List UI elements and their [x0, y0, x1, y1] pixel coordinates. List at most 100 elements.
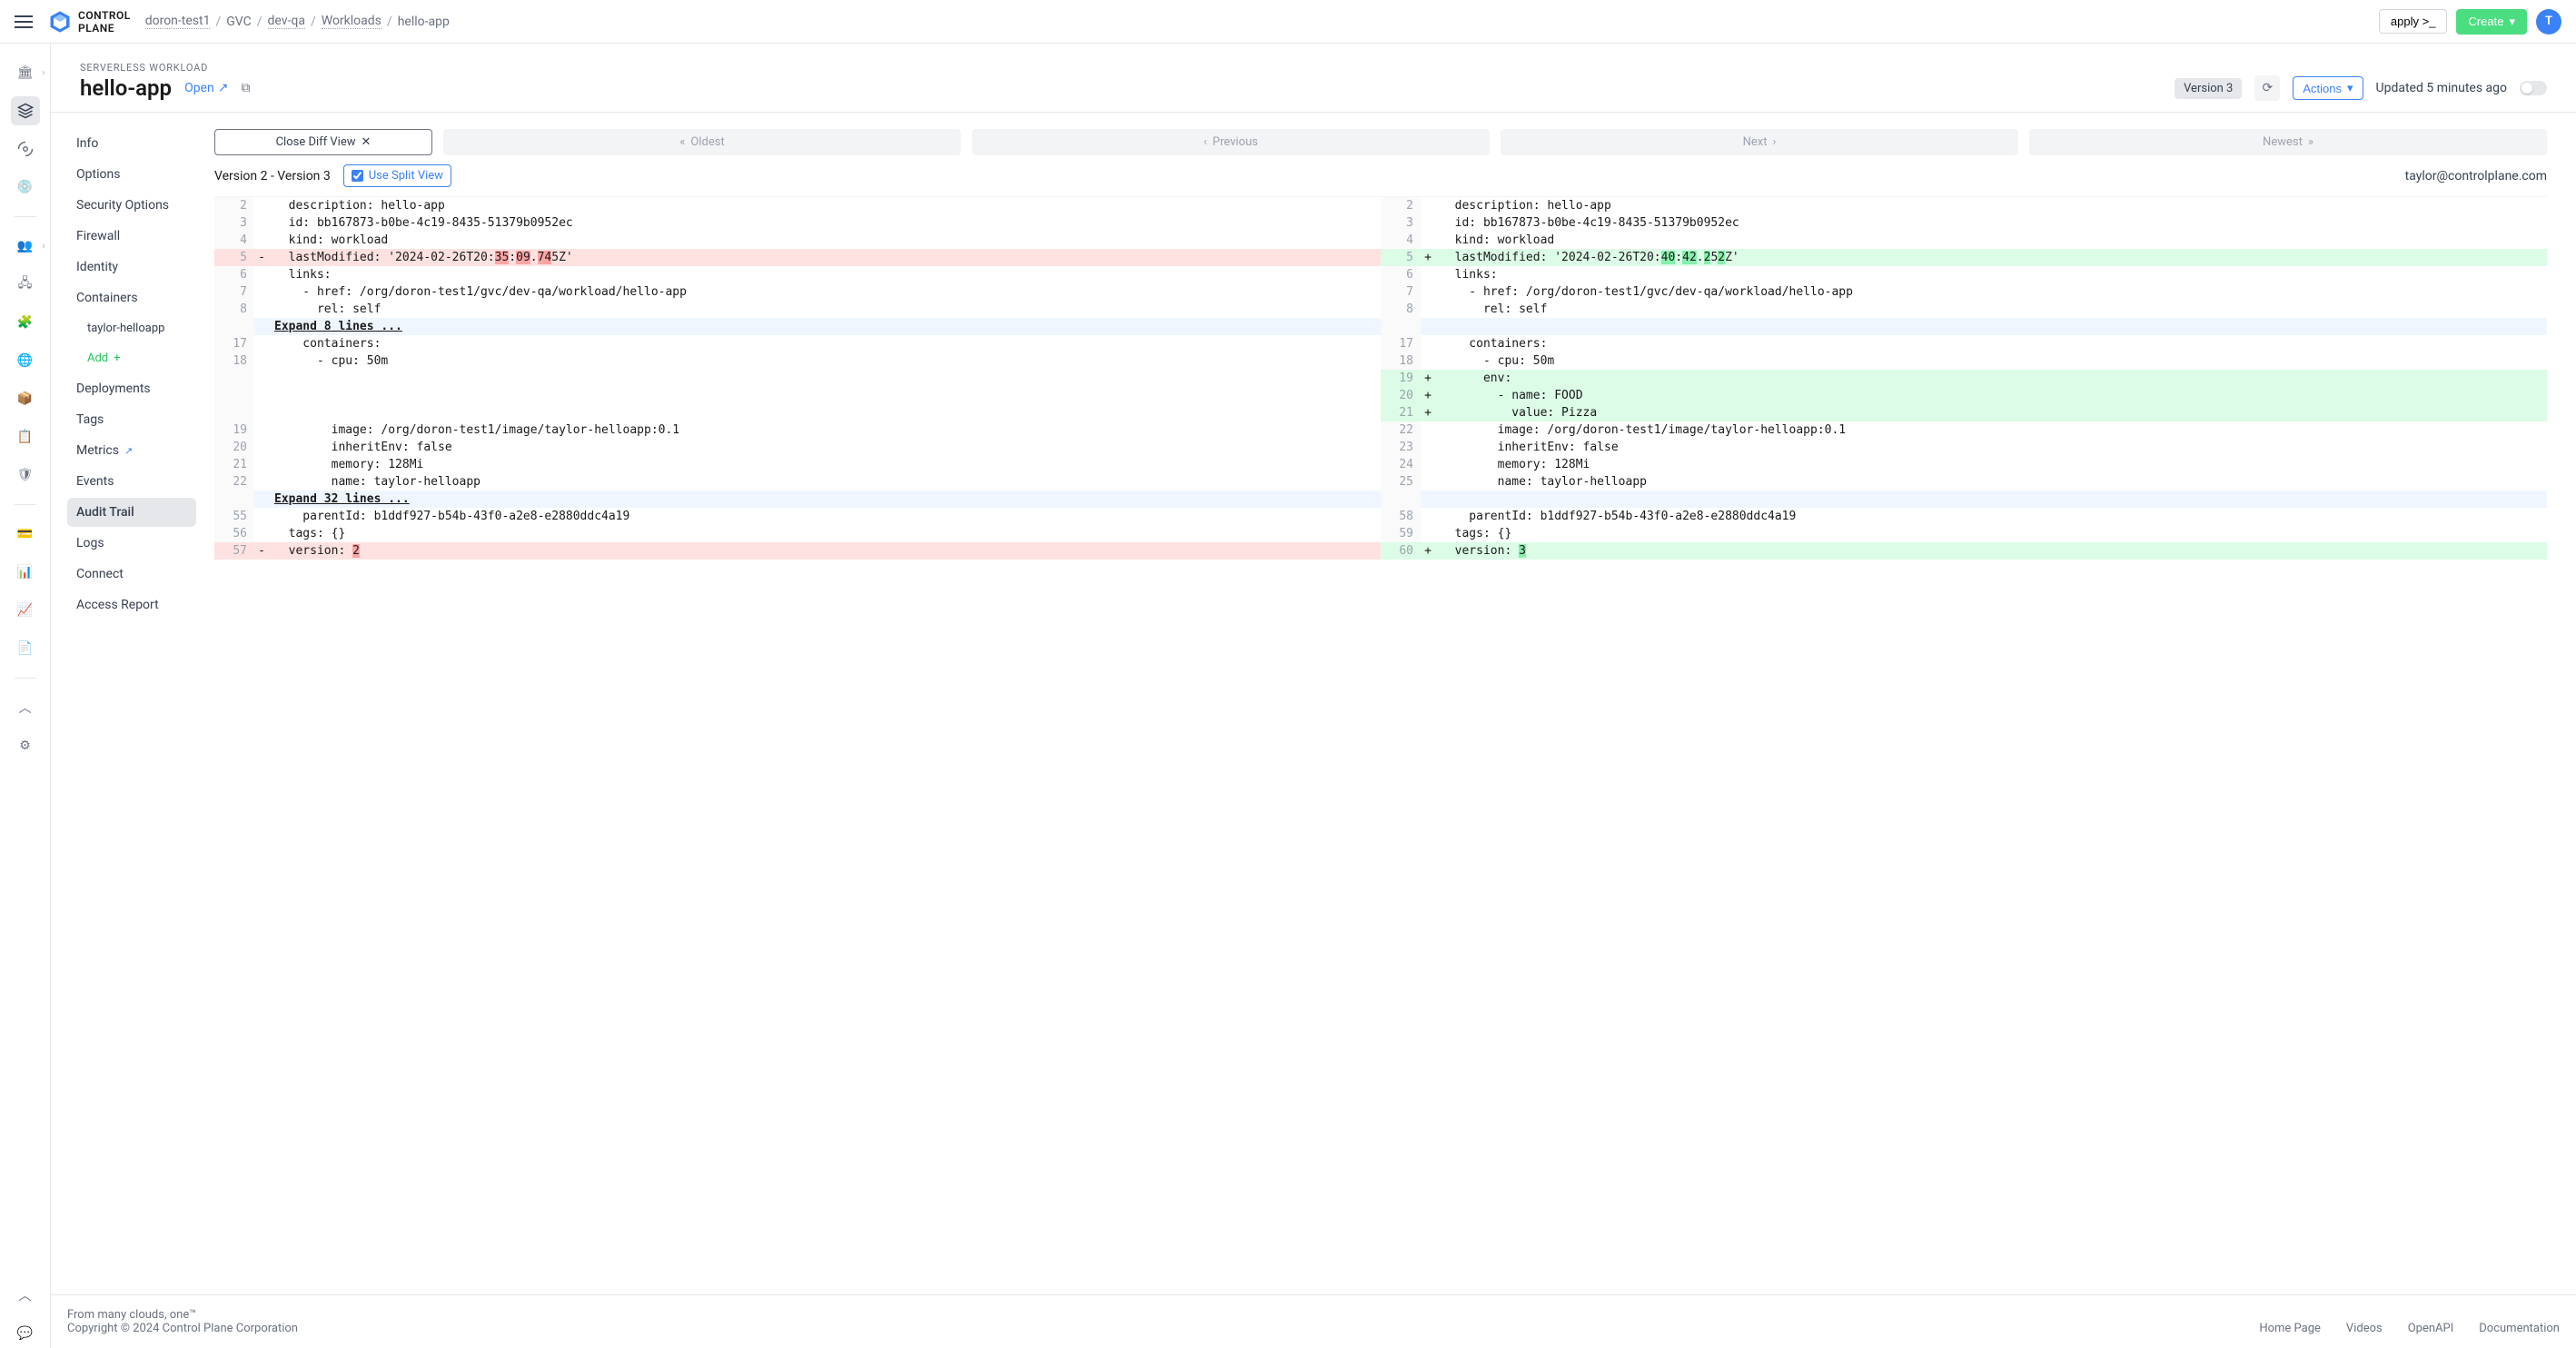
rail-item-volumes[interactable]: 💿 [11, 173, 40, 202]
line-number: 2 [1381, 197, 1421, 214]
previous-label: Previous [1213, 135, 1258, 149]
line-number: 21 [214, 456, 254, 473]
avatar[interactable]: T [2536, 9, 2561, 35]
rail-item-workloads[interactable] [11, 96, 40, 125]
diff-sign [1421, 214, 1435, 232]
line-number: 20 [214, 439, 254, 456]
rail-item-home[interactable]: 🏛› [11, 58, 40, 87]
diff-row: 5- lastModified: '2024-02-26T20:35:09.74… [214, 249, 2547, 266]
nav-item-events[interactable]: Events [67, 467, 196, 496]
nav-item-security-options[interactable]: Security Options [67, 191, 196, 220]
line-number: 19 [1381, 370, 1421, 387]
oldest-button: « Oldest [443, 129, 961, 155]
brand-logo[interactable]: CONTROLPLANE [47, 9, 131, 35]
line-number [214, 370, 254, 387]
line-number: 19 [214, 421, 254, 439]
rail-item-help[interactable]: 💬 [11, 1319, 40, 1348]
hamburger-icon[interactable] [15, 15, 33, 28]
diff-sign: - [254, 249, 269, 266]
open-link-label: Open [184, 81, 214, 95]
rail-item-groups[interactable]: 👥› [11, 232, 40, 261]
rail-item-infra[interactable]: 🖧 [11, 270, 40, 299]
nav-item-access-report[interactable]: Access Report [67, 590, 196, 619]
footer-link-home-page[interactable]: Home Page [2259, 1322, 2321, 1335]
chevron-down-icon: ▾ [2509, 15, 2515, 29]
diff-sign [254, 387, 269, 404]
crumb-org[interactable]: doron-test1 [145, 14, 211, 29]
nav-item-audit-trail[interactable]: Audit Trail [67, 498, 196, 527]
diff-sign [254, 421, 269, 439]
create-button[interactable]: Create▾ [2456, 9, 2527, 35]
nav-item-metrics[interactable]: Metrics ↗ [67, 436, 196, 465]
diff-row: 17 containers:17 containers: [214, 335, 2547, 352]
kicker: SERVERLESS WORKLOAD [80, 62, 250, 74]
rail-collapse-up[interactable]: ︿ [11, 693, 40, 722]
line-number: 7 [214, 283, 254, 301]
rail-item-metrics[interactable]: 📊 [11, 558, 40, 587]
plus-icon: + [114, 352, 120, 365]
actions-button[interactable]: Actions ▾ [2293, 76, 2363, 100]
diff-row: 55 parentId: b1ddf927-b54b-43f0-a2e8-e28… [214, 508, 2547, 525]
close-diff-button[interactable]: Close Diff View ✕ [214, 129, 432, 155]
rail-item-identity[interactable] [11, 134, 40, 164]
line-number: 57 [214, 542, 254, 560]
code-line: image: /org/doron-test1/image/taylor-hel… [1435, 421, 2547, 439]
diff-row: 7 - href: /org/doron-test1/gvc/dev-qa/wo… [214, 283, 2547, 301]
diff-sign [254, 266, 269, 283]
footer-link-documentation[interactable]: Documentation [2479, 1322, 2560, 1335]
rail-item-policies[interactable]: 🛡 [11, 461, 40, 490]
nav-item-deployments[interactable]: Deployments [67, 374, 196, 403]
line-number: 22 [1381, 421, 1421, 439]
rail-item-billing[interactable]: 💳 [11, 520, 40, 549]
open-link[interactable]: Open ↗ [184, 81, 228, 95]
diff-sign: + [1421, 404, 1435, 421]
expand-link[interactable]: Expand 32 lines ... [269, 491, 1381, 508]
rail-item-secrets[interactable]: 🧩 [11, 308, 40, 337]
rail-item-docs[interactable]: 📄 [11, 634, 40, 663]
code-line: inheritEnv: false [269, 439, 1381, 456]
code-line: version: 3 [1435, 542, 2547, 560]
nav-item-identity[interactable]: Identity [67, 253, 196, 282]
expand-link[interactable]: Expand 8 lines ... [269, 318, 1381, 335]
diff-row: 18 - cpu: 50m18 - cpu: 50m [214, 352, 2547, 370]
crumb-gvc[interactable]: dev-qa [268, 14, 305, 29]
rail-item-images[interactable]: 📦 [11, 384, 40, 413]
code-line: memory: 128Mi [269, 456, 1381, 473]
auto-refresh-toggle[interactable] [2520, 81, 2547, 95]
rail-collapse-up-2[interactable]: ︿ [11, 1281, 40, 1310]
rail-item-settings[interactable]: ⚙ [11, 731, 40, 760]
rail-item-domains[interactable]: 🌐 [11, 346, 40, 375]
footer-tagline: From many clouds, one™ [67, 1308, 298, 1322]
line-number: 20 [1381, 387, 1421, 404]
nav-item-logs[interactable]: Logs [67, 529, 196, 558]
apply-button[interactable]: apply >_ [2379, 9, 2448, 34]
nav-item-firewall[interactable]: Firewall [67, 222, 196, 251]
nav-item-tags[interactable]: Tags [67, 405, 196, 434]
nav-item-add-container[interactable]: Add + [67, 344, 196, 372]
crumb-workloads[interactable]: Workloads [322, 14, 381, 29]
diff-sign [254, 214, 269, 232]
chevron-double-left-icon: « [679, 135, 685, 149]
split-view-checkbox[interactable] [352, 170, 363, 182]
previous-button: ‹ Previous [972, 129, 1490, 155]
refresh-icon[interactable]: ⟳ [2254, 75, 2280, 101]
code-line: id: bb167873-b0be-4c19-8435-51379b0952ec [1435, 214, 2547, 232]
nav-item-connect[interactable]: Connect [67, 560, 196, 589]
rail-item-audit[interactable]: 📋 [11, 422, 40, 451]
nav-item-info[interactable]: Info [67, 129, 196, 158]
code-line [269, 370, 1381, 387]
code-line: containers: [269, 335, 1381, 352]
split-view-toggle[interactable]: Use Split View [343, 164, 451, 187]
copy-icon[interactable]: ⧉ [241, 81, 250, 95]
footer: From many clouds, one™ Copyright © 2024 … [51, 1294, 2576, 1348]
diff-sign [1421, 352, 1435, 370]
nav-item-container-child[interactable]: taylor-helloapp [67, 314, 196, 342]
rail-item-reports[interactable]: 📈 [11, 596, 40, 625]
logo-hex-icon [47, 9, 73, 35]
diff-sign [1421, 266, 1435, 283]
footer-link-videos[interactable]: Videos [2346, 1322, 2383, 1335]
code-line: - cpu: 50m [269, 352, 1381, 370]
nav-item-options[interactable]: Options [67, 160, 196, 189]
footer-link-openapi[interactable]: OpenAPI [2408, 1322, 2454, 1335]
nav-item-containers[interactable]: Containers [67, 283, 196, 312]
